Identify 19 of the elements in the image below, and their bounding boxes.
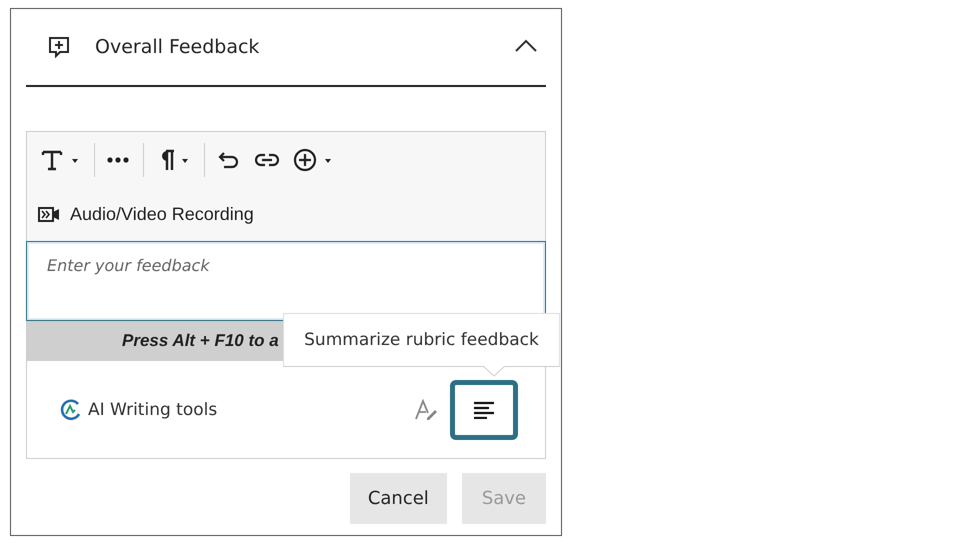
link-icon[interactable]	[255, 152, 279, 166]
ai-tools-label: AI Writing tools	[88, 400, 218, 420]
recording-link[interactable]: Audio/Video Recording	[70, 204, 254, 224]
cancel-button[interactable]: Cancel	[350, 473, 447, 524]
ai-logo-icon	[60, 398, 82, 420]
tooltip-pointer	[483, 366, 505, 377]
video-camera-icon	[38, 206, 60, 222]
tooltip: Summarize rubric feedback	[283, 313, 560, 377]
keyboard-hint: Press Alt + F10 to a	[122, 331, 279, 351]
feedback-field[interactable]: Enter your feedback	[26, 241, 546, 321]
add-comment-icon	[48, 36, 70, 58]
summarize-button[interactable]	[450, 380, 518, 440]
insert-content-icon[interactable]	[293, 148, 333, 172]
undo-icon[interactable]	[217, 150, 241, 170]
summary-lines-icon	[473, 400, 495, 418]
section-title: Overall Feedback	[95, 36, 260, 58]
chevron-up-icon[interactable]	[514, 38, 538, 52]
more-icon[interactable]	[107, 156, 129, 162]
text-style-pen-icon[interactable]	[414, 398, 438, 420]
